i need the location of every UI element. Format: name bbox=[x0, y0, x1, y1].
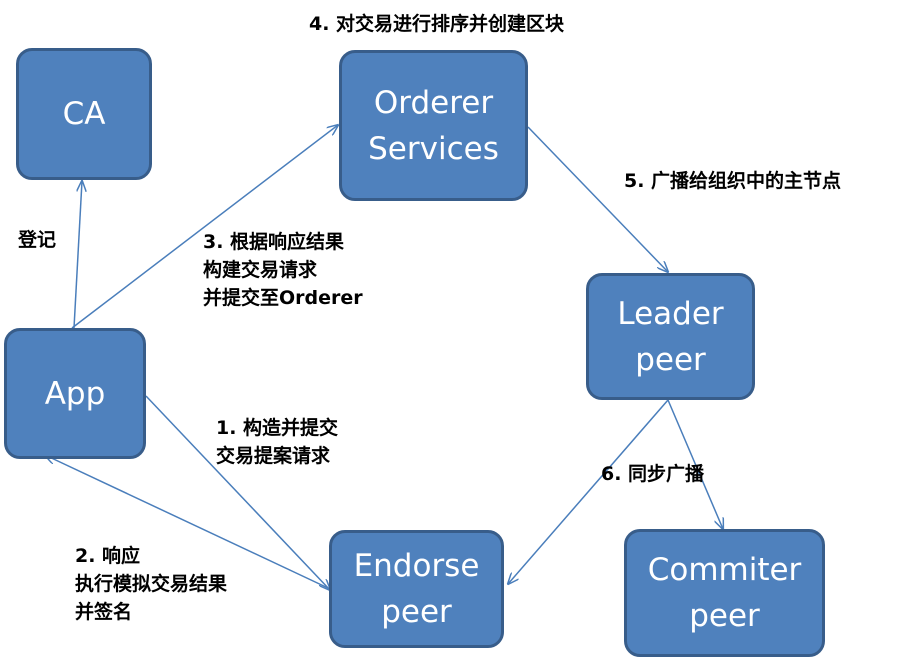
ca-node: CA bbox=[16, 48, 152, 180]
step1-label: 1. 构造并提交 交易提案请求 bbox=[216, 417, 339, 467]
step6-label: 6. 同步广播 bbox=[601, 463, 705, 485]
endorse-peer-node: Endorse peer bbox=[329, 530, 504, 648]
app-node: App bbox=[4, 328, 146, 459]
orderer-services-node: Orderer Services bbox=[339, 50, 528, 201]
step5-label: 5. 广播给组织中的主节点 bbox=[624, 170, 842, 192]
commiter-peer-node: Commiter peer bbox=[624, 529, 825, 657]
leader-peer-node: Leader peer bbox=[586, 273, 755, 400]
step2-label: 2. 响应 执行模拟交易结果 并签名 bbox=[75, 545, 228, 623]
arrow-orderer-to-leader bbox=[527, 126, 668, 272]
step4-label: 4. 对交易进行排序并创建区块 bbox=[309, 13, 565, 35]
fabric-transaction-flow-diagram: CA Orderer Services App Leader peer Endo… bbox=[0, 0, 919, 661]
register-label: 登记 bbox=[18, 229, 57, 251]
step3-label: 3. 根据响应结果 构建交易请求 并提交至Orderer bbox=[203, 231, 363, 309]
arrow-app-to-ca bbox=[73, 181, 82, 329]
